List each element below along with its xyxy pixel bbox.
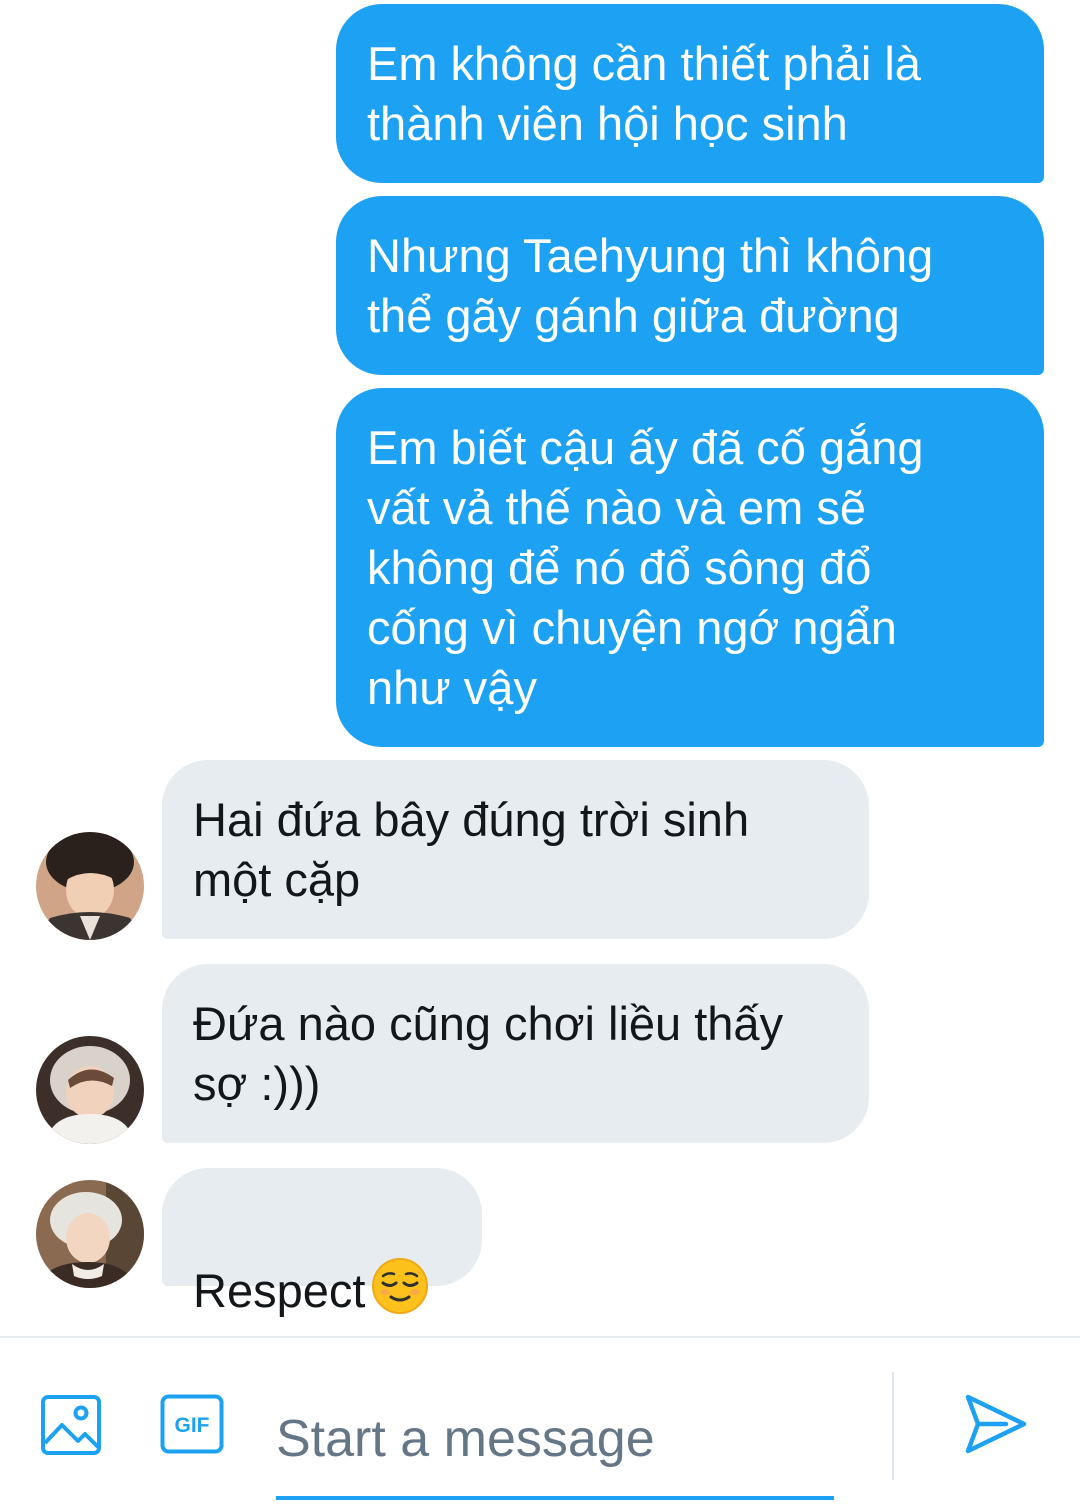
avatar-image (36, 1180, 144, 1288)
gif-icon[interactable]: GIF (160, 1394, 224, 1459)
send-icon[interactable] (962, 1392, 1028, 1461)
sent-message-bubble[interactable]: Nhưng Taehyung thì không thể gãy gánh gi… (336, 196, 1044, 375)
sent-message-bubble[interactable]: Em không cần thiết phải là thành viên hộ… (336, 4, 1044, 183)
message-text: Respect (193, 1264, 366, 1317)
avatar-image (36, 1036, 144, 1144)
image-icon[interactable] (40, 1394, 102, 1461)
received-message-bubble[interactable]: Đứa nào cũng chơi liều thấy sợ :))) (162, 964, 869, 1143)
message-input[interactable] (276, 1384, 832, 1494)
message-composer: GIF (0, 1336, 1080, 1504)
relieved-face-emoji (371, 1257, 429, 1329)
received-message-bubble[interactable]: Respect (162, 1168, 482, 1317)
received-message-bubble[interactable]: Hai đứa bây đúng trời sinh một cặp (162, 760, 869, 939)
sender-avatar[interactable] (36, 1180, 144, 1288)
sender-avatar[interactable] (36, 1036, 144, 1144)
composer-divider (892, 1372, 894, 1480)
gif-label: GIF (175, 1414, 210, 1437)
sender-avatar[interactable] (36, 832, 144, 940)
input-underline (276, 1496, 834, 1500)
sent-message-bubble[interactable]: Em biết cậu ấy đã cố gắng vất vả thế nào… (336, 388, 1044, 747)
avatar-image (36, 832, 144, 940)
